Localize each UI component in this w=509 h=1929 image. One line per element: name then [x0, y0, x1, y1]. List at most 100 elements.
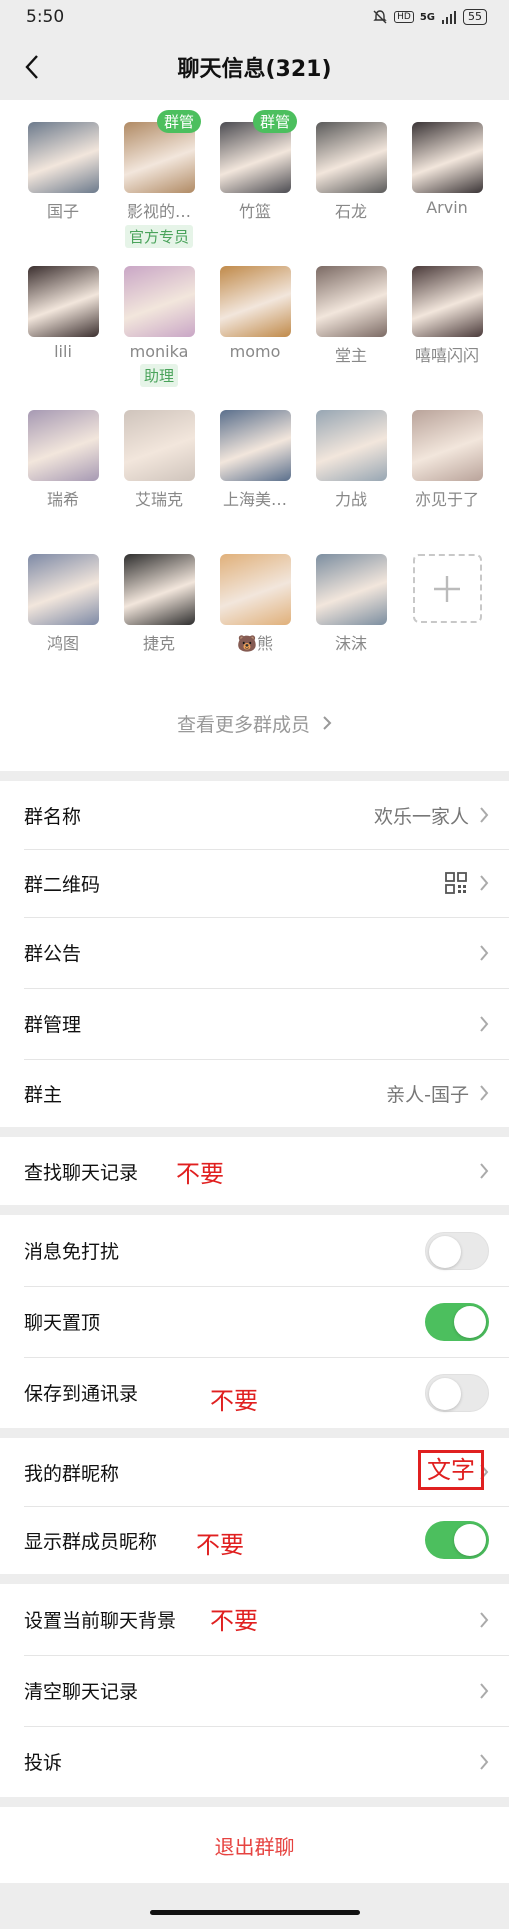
row-label: 群管理 — [24, 1014, 82, 1036]
avatar — [315, 410, 387, 481]
member-item[interactable]: momo — [207, 262, 303, 400]
row-pin-top: 聊天置顶 — [0, 1286, 509, 1357]
member-item[interactable]: 群管 竹篮 — [207, 110, 303, 256]
member-item[interactable]: 群管 影视的… 官方专员 — [111, 110, 207, 256]
member-item[interactable]: 亦见于了 — [399, 406, 495, 544]
annotation-note: 不要 — [210, 1387, 258, 1415]
member-item[interactable]: lili — [15, 262, 111, 400]
show-nicknames-toggle[interactable] — [425, 1521, 489, 1559]
member-item[interactable]: 捷克 — [111, 550, 207, 688]
row-complaint[interactable]: 投诉 — [0, 1726, 509, 1797]
member-item[interactable]: 鸿图 — [15, 550, 111, 688]
row-group-owner[interactable]: 群主 亲人-国子 — [0, 1059, 509, 1127]
row-label: 聊天置顶 — [24, 1312, 101, 1334]
battery-icon: 55 — [463, 9, 487, 25]
member-item[interactable]: 堂主 — [303, 262, 399, 400]
member-item[interactable]: 沫沫 — [303, 550, 399, 688]
row-chat-background[interactable]: 设置当前聊天背景 不要 — [0, 1584, 509, 1655]
row-group-name[interactable]: 群名称 欢乐一家人 — [0, 781, 509, 849]
member-item[interactable]: 国子 — [15, 118, 111, 256]
member-name: 国子 — [46, 202, 79, 221]
avatar — [27, 266, 99, 337]
member-name: Arvin — [426, 198, 468, 217]
add-member-button[interactable] — [399, 550, 495, 688]
toggle-knob — [429, 1235, 461, 1268]
member-name: 堂主 — [334, 346, 367, 365]
member-item[interactable]: 石龙 — [303, 118, 399, 256]
member-item[interactable]: 嘻嘻闪闪 — [399, 262, 495, 400]
role-tag: 助理 — [139, 364, 178, 387]
mute-toggle[interactable] — [425, 1231, 489, 1270]
nav-bar: 聊天信息(321) — [0, 34, 509, 100]
avatar — [219, 266, 291, 337]
back-button[interactable] — [14, 49, 50, 85]
chevron-right-icon — [479, 1753, 489, 1771]
row-clear-history[interactable]: 清空聊天记录 — [0, 1655, 509, 1726]
nickname-section: 我的群昵称 文字 显示群成员昵称 不要 — [0, 1438, 509, 1574]
row-label: 群公告 — [24, 943, 82, 965]
row-group-notice[interactable]: 群公告 — [0, 917, 509, 988]
row-mute: 消息免打扰 — [0, 1215, 509, 1286]
avatar — [27, 410, 99, 481]
member-name: 艾瑞克 — [134, 490, 183, 509]
chevron-right-icon — [479, 1084, 489, 1102]
chevron-right-icon — [479, 944, 489, 962]
row-label: 清空聊天记录 — [24, 1681, 139, 1703]
avatar — [123, 410, 195, 481]
member-item[interactable]: monika 助理 — [111, 262, 207, 400]
avatar — [27, 554, 99, 625]
admin-badge: 群管 — [156, 110, 201, 133]
network-label: 5G — [419, 11, 435, 23]
row-group-manage[interactable]: 群管理 — [0, 988, 509, 1059]
avatar — [315, 554, 387, 625]
role-tag: 官方专员 — [124, 225, 193, 248]
avatar — [123, 266, 195, 337]
exit-group-button[interactable]: 退出群聊 — [0, 1807, 509, 1883]
avatar — [411, 266, 483, 337]
member-name: 力战 — [334, 490, 367, 509]
row-label: 消息免打扰 — [24, 1241, 120, 1263]
row-search-history[interactable]: 查找聊天记录 不要 — [0, 1137, 509, 1205]
more-members-label: 查看更多群成员 — [176, 714, 310, 736]
row-label: 我的群昵称 — [24, 1462, 120, 1485]
toggle-knob — [454, 1305, 486, 1338]
member-item[interactable]: 力战 — [303, 406, 399, 544]
annotation-note: 不要 — [176, 1160, 224, 1188]
toggle-knob — [454, 1524, 486, 1556]
row-group-qrcode[interactable]: 群二维码 — [0, 849, 509, 917]
member-item[interactable]: 瑞希 — [15, 406, 111, 544]
member-name: 沫沫 — [334, 634, 367, 653]
status-bar: 5:50 HD 5G 55 — [0, 0, 509, 34]
member-name: lili — [54, 342, 72, 361]
member-item[interactable]: 上海美… — [207, 406, 303, 544]
save-contacts-toggle[interactable] — [425, 1373, 489, 1412]
pin-top-toggle[interactable] — [425, 1302, 489, 1341]
member-name: 瑞希 — [46, 490, 79, 509]
status-icons: HD 5G 55 — [372, 9, 487, 25]
more-members-link[interactable]: 查看更多群成员 — [0, 688, 509, 763]
annotation-note: 不要 — [210, 1607, 258, 1635]
row-label: 显示群成员昵称 — [24, 1530, 158, 1553]
row-label: 查找聊天记录 — [24, 1161, 139, 1184]
member-item[interactable]: Arvin — [399, 118, 495, 256]
avatar — [315, 266, 387, 337]
hd-icon: HD — [394, 11, 414, 23]
member-item[interactable]: 艾瑞克 — [111, 406, 207, 544]
row-label: 群主 — [24, 1083, 63, 1106]
avatar — [219, 410, 291, 481]
member-name: 捷克 — [142, 634, 175, 653]
status-time: 5:50 — [26, 7, 65, 27]
home-indicator[interactable] — [149, 1910, 360, 1915]
member-name: 🐻熊 — [237, 634, 273, 653]
chevron-right-icon — [479, 1611, 489, 1629]
member-name: 鸿图 — [46, 634, 79, 653]
annotation-boxed-note: 文字 — [418, 1450, 484, 1490]
page-title: 聊天信息(321) — [177, 57, 332, 82]
mute-bell-icon — [373, 10, 387, 24]
chevron-right-icon — [323, 716, 332, 730]
member-name: momo — [229, 342, 281, 361]
row-label: 投诉 — [24, 1752, 63, 1774]
member-item[interactable]: 🐻熊 — [207, 550, 303, 688]
members-section: 国子 群管 影视的… 官方专员 群管 竹篮 石龙 Arvin lili monika 助理 momo 堂… — [0, 100, 509, 771]
row-my-nickname[interactable]: 我的群昵称 文字 — [0, 1438, 509, 1506]
